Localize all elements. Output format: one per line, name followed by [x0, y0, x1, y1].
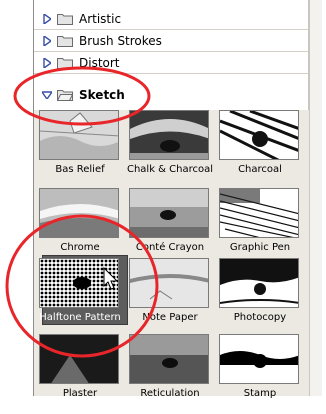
thumbnail-graphic-pen	[219, 188, 299, 238]
category-label: Brush Strokes	[79, 33, 162, 48]
filter-halftone-pattern[interactable]: Halftone Pattern	[34, 258, 126, 338]
category-label: Artistic	[79, 11, 122, 26]
filter-label: Plaster	[62, 388, 98, 399]
thumbnail-charcoal	[219, 110, 299, 160]
filter-label: Charcoal	[238, 164, 282, 175]
thumbnail-reticulation	[129, 334, 209, 384]
filter-label: Reticulation	[140, 388, 200, 399]
triangle-right-icon[interactable]	[43, 13, 51, 24]
filter-label: Conté Crayon	[135, 242, 205, 253]
category-artistic[interactable]: Artistic	[34, 8, 309, 30]
triangle-down-icon[interactable]	[42, 91, 52, 99]
filter-bas-relief[interactable]: Bas Relief	[34, 110, 126, 190]
filter-label: Bas Relief	[55, 164, 105, 175]
filter-label: Chalk & Charcoal	[126, 164, 214, 175]
filter-label: Graphic Pen	[229, 242, 291, 253]
filter-charcoal[interactable]: Charcoal	[214, 110, 306, 190]
filter-label: Photocopy	[233, 312, 287, 323]
folder-open-icon	[57, 90, 73, 101]
thumbnail-photocopy	[219, 258, 299, 308]
filter-label: Note Paper	[142, 312, 198, 323]
filter-label: Halftone Pattern	[39, 312, 121, 323]
filter-conte-crayon[interactable]: Conté Crayon	[124, 188, 216, 268]
category-label: Distort	[79, 55, 120, 70]
filter-plaster[interactable]: Plaster	[34, 334, 126, 414]
thumbnail-stamp	[219, 334, 299, 384]
thumbnail-bas-relief	[39, 110, 119, 160]
category-brush-strokes[interactable]: Brush Strokes	[34, 30, 309, 52]
thumbnail-chalk-charcoal	[129, 110, 209, 160]
category-label: Sketch	[79, 88, 125, 102]
filter-reticulation[interactable]: Reticulation	[124, 334, 216, 414]
filter-photocopy[interactable]: Photocopy	[214, 258, 306, 338]
triangle-right-icon[interactable]	[43, 57, 51, 68]
thumbnail-chrome	[39, 188, 119, 238]
filter-graphic-pen[interactable]: Graphic Pen	[214, 188, 306, 268]
folder-icon	[57, 13, 73, 25]
scrollbar-track[interactable]	[309, 0, 322, 396]
thumbnail-conte-crayon	[129, 188, 209, 238]
category-distort[interactable]: Distort	[34, 52, 309, 74]
filter-chalk-charcoal[interactable]: Chalk & Charcoal	[124, 110, 216, 190]
folder-icon	[57, 35, 73, 47]
thumbnail-halftone-pattern	[39, 258, 119, 308]
filter-label: Stamp	[243, 388, 277, 399]
filter-gallery-panel: Artistic Brush Strokes Distort Sketch Ba…	[33, 0, 322, 399]
filter-stamp[interactable]: Stamp	[214, 334, 306, 414]
sketch-thumbnails: Bas Relief Chalk & Charcoal Charcoal Chr…	[34, 110, 309, 399]
triangle-right-icon[interactable]	[43, 35, 51, 46]
filter-list: Artistic Brush Strokes Distort Sketch Ba…	[34, 0, 309, 399]
filter-note-paper[interactable]: Note Paper	[124, 258, 216, 338]
category-sketch[interactable]: Sketch	[34, 84, 309, 106]
filter-label: Chrome	[60, 242, 100, 253]
thumbnail-plaster	[39, 334, 119, 384]
folder-icon	[57, 57, 73, 69]
thumbnail-note-paper	[129, 258, 209, 308]
